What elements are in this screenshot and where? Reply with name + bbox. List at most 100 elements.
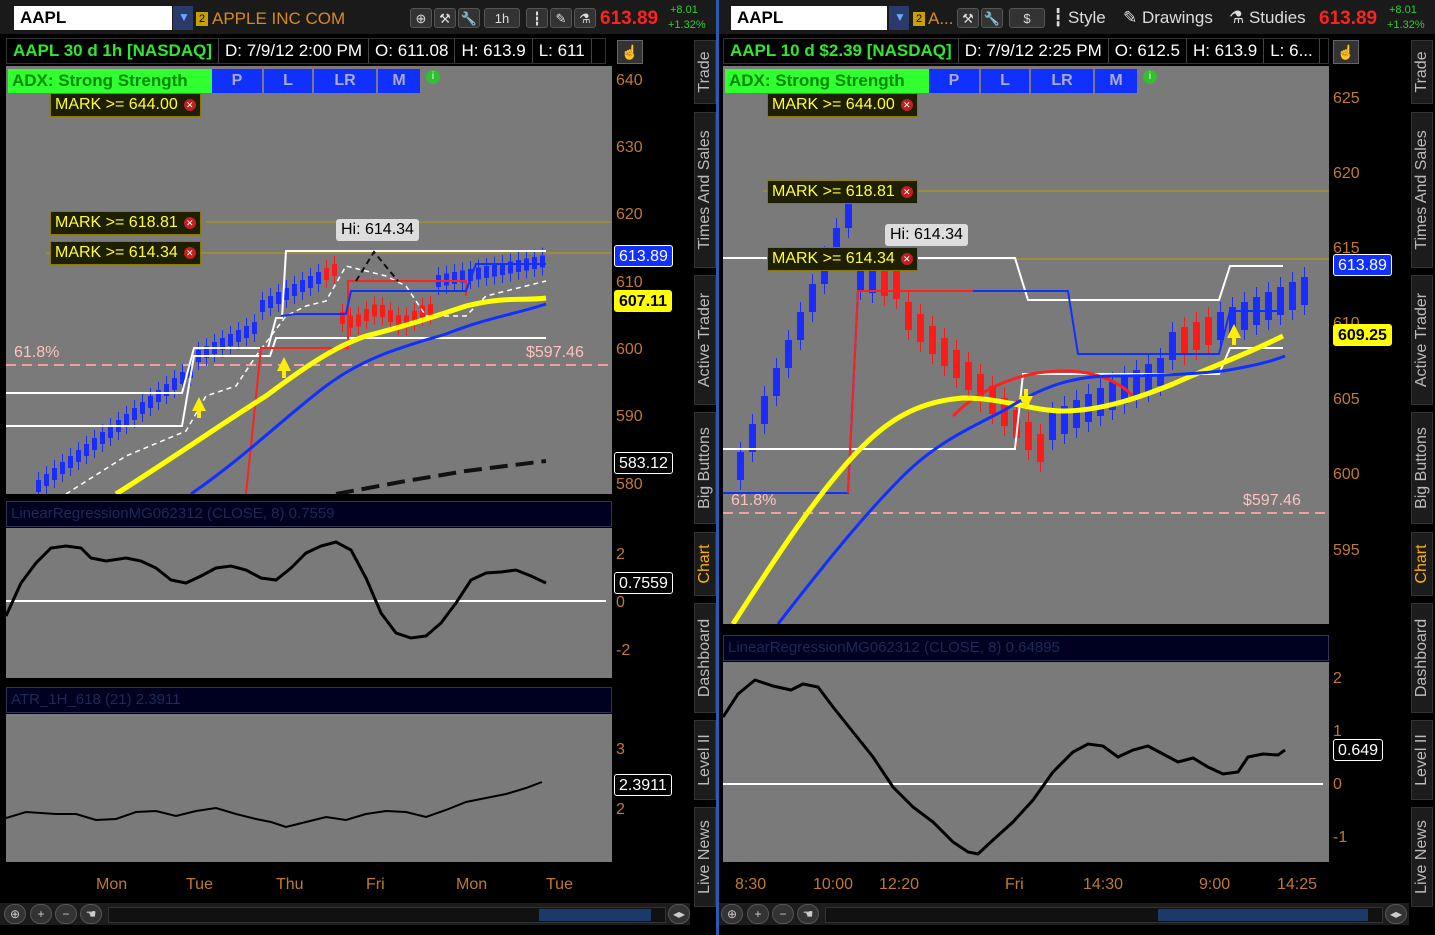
left-ytick-600: 600: [616, 341, 643, 358]
right-scrollbar[interactable]: [825, 907, 1383, 923]
close-icon[interactable]: ✕: [900, 186, 913, 198]
right-symbol-dropdown[interactable]: ▼: [889, 6, 909, 30]
left-tab-times-sales[interactable]: Times And Sales: [694, 112, 716, 268]
left-hand-icon[interactable]: ☚: [80, 904, 102, 924]
left-mode-lr[interactable]: LR: [314, 69, 376, 93]
left-study2-title-value: 2.3911: [135, 691, 181, 708]
right-tab-chart[interactable]: Chart: [1411, 532, 1433, 596]
right-expand-icon[interactable]: ◂▸: [1385, 904, 1407, 924]
right-tab-live-news[interactable]: Live News: [1411, 807, 1433, 907]
right-dollar-button[interactable]: $: [1009, 8, 1045, 28]
right-drawings-menu[interactable]: ✎ Drawings: [1123, 8, 1213, 28]
left-wrench-icon[interactable]: 🔧: [458, 8, 480, 28]
left-candle-style-icon[interactable]: ┇: [526, 8, 548, 28]
right-mark-614-text: MARK >= 614.34: [772, 250, 895, 267]
right-scroll-thumb[interactable]: [1158, 909, 1368, 921]
left-info-bar: AAPL 30 d 1h [NASDAQ] D: 7/9/12 2:00 PM O:…: [6, 38, 606, 64]
right-info-icon[interactable]: i: [1143, 70, 1157, 84]
left-tab-dashboard[interactable]: Dashboard: [694, 603, 716, 713]
right-tab-dashboard[interactable]: Dashboard: [1411, 603, 1433, 713]
right-tab-times-sales[interactable]: Times And Sales: [1411, 112, 1433, 268]
candle-body: [965, 362, 972, 390]
right-tab-trade[interactable]: Trade: [1411, 40, 1433, 104]
left-period-button[interactable]: 1h: [484, 8, 520, 28]
right-open: O: 612.5: [1109, 39, 1187, 63]
close-icon[interactable]: ✕: [900, 253, 913, 265]
left-tab-level2[interactable]: Level II: [694, 720, 716, 800]
right-price-chart[interactable]: ADX: Strong Strength P L LR M i MARK >= …: [723, 66, 1329, 624]
right-mode-lr[interactable]: LR: [1031, 69, 1093, 93]
left-mode-m[interactable]: M: [378, 69, 420, 93]
left-mark-614[interactable]: MARK >= 614.34 ✕: [50, 241, 201, 265]
style-icon: ┇: [1053, 8, 1068, 27]
left-mark-618[interactable]: MARK >= 618.81 ✕: [50, 211, 201, 235]
right-x-830: 8:30: [735, 876, 767, 893]
right-tools-icon[interactable]: ⚒: [957, 8, 979, 28]
right-zoom-out-icon[interactable]: −: [772, 904, 794, 924]
left-mark-644[interactable]: MARK >= 644.00 ✕: [50, 93, 201, 117]
right-study1-plot[interactable]: [721, 662, 1329, 862]
close-icon[interactable]: ✕: [183, 217, 196, 229]
left-tab-chart[interactable]: Chart: [694, 532, 716, 596]
left-tools-icon[interactable]: ⚒: [434, 8, 456, 28]
right-zoom-in-icon[interactable]: +: [747, 904, 769, 924]
right-settings-icon[interactable]: ☝: [1333, 40, 1359, 64]
left-tab-live-news[interactable]: Live News: [694, 807, 716, 907]
right-studies-menu[interactable]: ⚗ Studies: [1229, 8, 1306, 28]
left-crosshair-icon[interactable]: ⊕: [410, 8, 432, 28]
left-study1-plot[interactable]: [4, 528, 612, 678]
right-tab-big-buttons[interactable]: Big Buttons: [1411, 412, 1433, 524]
right-tab-active-trader[interactable]: Active Trader: [1411, 275, 1433, 405]
right-chart-panel: AAPL ▼ 2 A... ⚒ 🔧 $ ┇ Style ✎ Drawings ⚗…: [719, 0, 1435, 935]
right-mode-l[interactable]: L: [981, 69, 1029, 93]
left-tab-active-trader[interactable]: Active Trader: [694, 275, 716, 405]
candle-body: [300, 280, 305, 292]
close-icon[interactable]: ✕: [900, 99, 913, 111]
left-last-price: 613.89: [600, 8, 659, 29]
left-price-chart[interactable]: ADX: Strong Strength P L LR M i MARK >= …: [6, 66, 612, 494]
right-style-menu[interactable]: ┇ Style: [1053, 8, 1106, 28]
candle-body: [132, 408, 137, 420]
right-symbol-input[interactable]: AAPL: [731, 6, 887, 30]
left-expand-icon[interactable]: ◂▸: [668, 904, 690, 924]
left-link-badge[interactable]: 2: [196, 12, 208, 26]
left-scrollbar[interactable]: [108, 907, 666, 923]
candle-body: [100, 432, 105, 444]
right-tab-live-news-label: Live News: [1413, 820, 1430, 894]
right-tab-level2[interactable]: Level II: [1411, 720, 1433, 800]
left-study2-plot[interactable]: [5, 714, 612, 862]
right-mode-p[interactable]: P: [929, 69, 979, 93]
right-link-badge[interactable]: 2: [913, 12, 925, 26]
close-icon[interactable]: ✕: [183, 99, 196, 111]
right-company-name: A...: [928, 9, 954, 28]
right-mark-614[interactable]: MARK >= 614.34 ✕: [767, 247, 918, 271]
close-icon[interactable]: ✕: [183, 247, 196, 259]
left-scroll-thumb[interactable]: [539, 909, 651, 921]
left-symbol-input[interactable]: AAPL: [14, 6, 172, 30]
left-mode-l[interactable]: L: [264, 69, 312, 93]
left-zoom-in-icon[interactable]: +: [30, 904, 52, 924]
right-hand-icon[interactable]: ☚: [797, 904, 819, 924]
right-mark-618[interactable]: MARK >= 618.81 ✕: [767, 180, 918, 204]
right-fib-label: 61.8%: [731, 492, 777, 509]
right-mark-644[interactable]: MARK >= 644.00 ✕: [767, 93, 918, 117]
left-study1-tick-0: 0: [616, 594, 625, 611]
left-symbol-dropdown[interactable]: ▼: [173, 6, 193, 30]
right-x-900: 9:00: [1199, 876, 1231, 893]
right-wrench-icon[interactable]: 🔧: [981, 8, 1003, 28]
candle-body: [276, 292, 281, 304]
left-info-icon[interactable]: i: [426, 70, 440, 84]
left-pan-icon[interactable]: ⊕: [4, 904, 26, 924]
left-settings-icon[interactable]: ☝: [617, 40, 643, 64]
left-tab-trade[interactable]: Trade: [694, 40, 716, 104]
left-tab-big-buttons[interactable]: Big Buttons: [694, 412, 716, 524]
left-pencil-icon[interactable]: ✎: [550, 8, 572, 28]
left-zoom-out-icon[interactable]: −: [55, 904, 77, 924]
right-pan-icon[interactable]: ⊕: [721, 904, 743, 924]
left-fib-label: 61.8%: [14, 344, 60, 361]
left-mode-p[interactable]: P: [212, 69, 262, 93]
left-studies-icon[interactable]: ⚗: [574, 8, 596, 28]
right-mode-m[interactable]: M: [1095, 69, 1137, 93]
candle-body: [148, 396, 153, 408]
right-tab-dashboard-label: Dashboard: [1413, 618, 1430, 698]
